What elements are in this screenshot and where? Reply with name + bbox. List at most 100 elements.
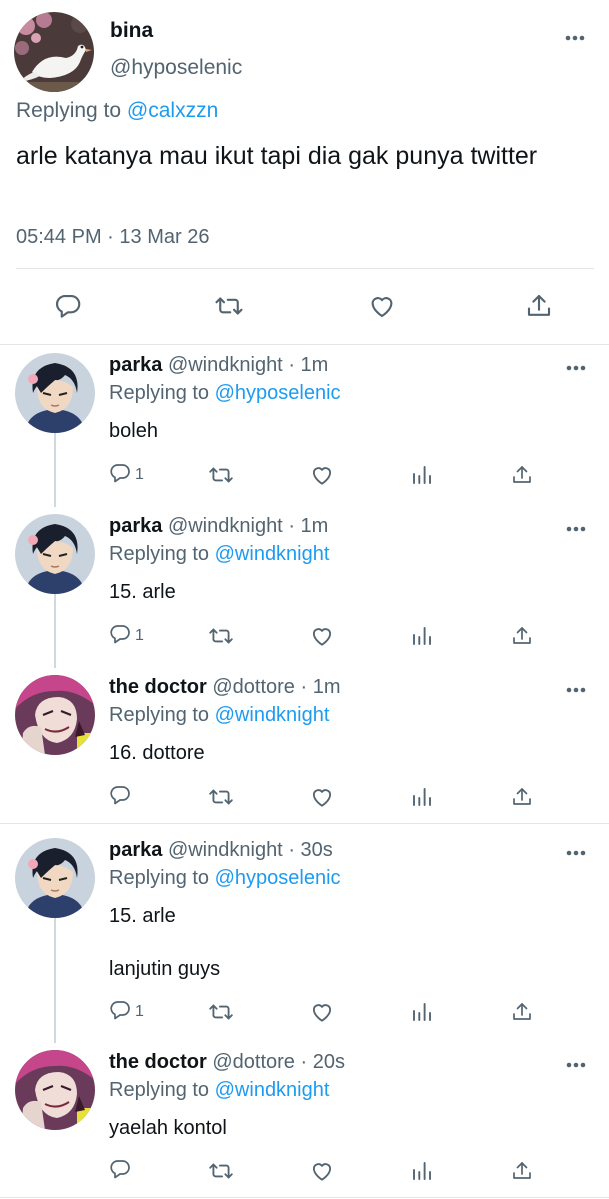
retweet-icon[interactable] — [209, 286, 249, 326]
reply-icon — [108, 622, 132, 651]
more-icon[interactable] — [561, 519, 591, 539]
replying-to-link[interactable]: @hyposelenic — [215, 382, 341, 404]
more-icon[interactable] — [561, 1055, 591, 1075]
reply-time[interactable]: 1m — [301, 515, 329, 537]
reply-tweet[interactable]: parka @windknight · 30s Replying to @hyp… — [0, 829, 609, 1041]
like-icon[interactable] — [309, 995, 335, 1029]
time-separator: · — [300, 676, 308, 698]
time-separator: · — [288, 839, 295, 861]
reply-text: 16. dottore — [109, 740, 205, 766]
avatar-parka[interactable] — [15, 353, 95, 433]
reply-header: parka @windknight · 1m — [109, 354, 328, 377]
reply-actions: 1 — [100, 995, 560, 1029]
divider — [0, 823, 609, 824]
like-icon[interactable] — [309, 458, 335, 492]
author-handle[interactable]: @dottore — [212, 676, 295, 698]
author-name[interactable]: parka — [109, 354, 162, 376]
avatar-the-doctor[interactable] — [15, 675, 95, 755]
reply-tweet[interactable]: the doctor @dottore · 1m Replying to @wi… — [0, 666, 609, 823]
like-icon[interactable] — [309, 1154, 335, 1188]
replying-to: Replying to @windknight — [109, 543, 329, 566]
like-icon[interactable] — [309, 780, 335, 814]
replying-to-link[interactable]: @hyposelenic — [215, 867, 341, 889]
reply-text: boleh — [109, 418, 158, 444]
share-icon[interactable] — [510, 458, 534, 492]
more-icon[interactable] — [560, 28, 590, 48]
reply-button[interactable]: 1 — [108, 458, 144, 492]
analytics-icon[interactable] — [410, 1154, 434, 1188]
share-icon[interactable] — [510, 619, 534, 653]
reply-tweet[interactable]: parka @windknight · 1m Replying to @wind… — [0, 505, 609, 666]
analytics-icon[interactable] — [410, 458, 434, 492]
author-name[interactable]: bina — [110, 19, 153, 43]
reply-time[interactable]: 30s — [301, 839, 333, 861]
analytics-icon[interactable] — [410, 995, 434, 1029]
reply-time[interactable]: 1m — [313, 676, 341, 698]
tweet-text: arle katanya mau ikut tapi dia gak punya… — [16, 142, 538, 170]
share-icon[interactable] — [519, 286, 559, 326]
reply-icon — [108, 1157, 132, 1186]
retweet-icon[interactable] — [208, 995, 234, 1029]
retweet-icon[interactable] — [208, 619, 234, 653]
reply-button[interactable] — [108, 1154, 135, 1188]
avatar-parka[interactable] — [15, 838, 95, 918]
author-handle[interactable]: @windknight — [168, 839, 283, 861]
reply-time[interactable]: 1m — [301, 354, 329, 376]
avatar-the-doctor[interactable] — [15, 1050, 95, 1130]
retweet-icon[interactable] — [208, 1154, 234, 1188]
more-icon[interactable] — [561, 358, 591, 378]
reply-button[interactable] — [108, 780, 135, 814]
reply-header: parka @windknight · 30s — [109, 839, 333, 862]
reply-text-line: boleh — [109, 420, 158, 442]
tweet-timestamp[interactable]: 05:44 PM · 13 Mar 26 — [16, 226, 209, 249]
like-icon[interactable] — [362, 286, 402, 326]
share-icon[interactable] — [510, 780, 534, 814]
tweet-date: 13 Mar 26 — [119, 226, 210, 248]
reply-button[interactable]: 1 — [108, 619, 144, 653]
analytics-icon[interactable] — [410, 780, 434, 814]
reply-actions: 1 — [100, 458, 560, 492]
replying-to: Replying to @windknight — [109, 1079, 329, 1102]
author-name[interactable]: parka — [109, 839, 162, 861]
like-icon[interactable] — [309, 619, 335, 653]
replying-to-link[interactable]: @calxzzn — [127, 99, 218, 122]
author-handle[interactable]: @dottore — [212, 1051, 295, 1073]
more-icon[interactable] — [561, 680, 591, 700]
author-handle[interactable]: @windknight — [168, 515, 283, 537]
reply-time[interactable]: 20s — [313, 1051, 345, 1073]
retweet-icon[interactable] — [208, 780, 234, 814]
reply-icon — [108, 461, 132, 490]
reply-text-line: 16. dottore — [109, 742, 205, 764]
author-name[interactable]: the doctor — [109, 1051, 207, 1073]
more-icon[interactable] — [561, 843, 591, 863]
replying-to-link[interactable]: @windknight — [215, 1079, 330, 1101]
analytics-icon[interactable] — [410, 619, 434, 653]
reply-tweet[interactable]: the doctor @dottore · 20s Replying to @w… — [0, 1041, 609, 1199]
replying-to-link[interactable]: @windknight — [215, 543, 330, 565]
replying-to: Replying to @hyposelenic — [109, 382, 341, 405]
share-icon[interactable] — [510, 995, 534, 1029]
author-handle[interactable]: @hyposelenic — [110, 56, 242, 80]
tweet-time: 05:44 PM — [16, 226, 102, 248]
avatar-bina[interactable] — [14, 12, 94, 92]
share-icon[interactable] — [510, 1154, 534, 1188]
reply-count: 1 — [135, 1003, 144, 1020]
replying-prefix: Replying to — [109, 704, 210, 726]
time-separator: · — [288, 515, 295, 537]
reply-header: the doctor @dottore · 20s — [109, 1051, 345, 1074]
replying-prefix: Replying to — [109, 1079, 210, 1101]
avatar-parka[interactable] — [15, 514, 95, 594]
reply-button[interactable]: 1 — [108, 995, 144, 1029]
reply-text-line: lanjutin guys — [109, 958, 221, 980]
author-handle[interactable]: @windknight — [168, 354, 283, 376]
reply-actions — [100, 1154, 560, 1188]
time-separator: · — [300, 1051, 308, 1073]
reply-icon — [108, 783, 132, 812]
reply-text-line: yaelah kontol — [109, 1117, 227, 1139]
retweet-icon[interactable] — [208, 458, 234, 492]
reply-tweet[interactable]: parka @windknight · 1m Replying to @hypo… — [0, 344, 609, 505]
author-name[interactable]: the doctor — [109, 676, 207, 698]
reply-icon[interactable] — [48, 286, 88, 326]
author-name[interactable]: parka — [109, 515, 162, 537]
replying-to-link[interactable]: @windknight — [215, 704, 330, 726]
